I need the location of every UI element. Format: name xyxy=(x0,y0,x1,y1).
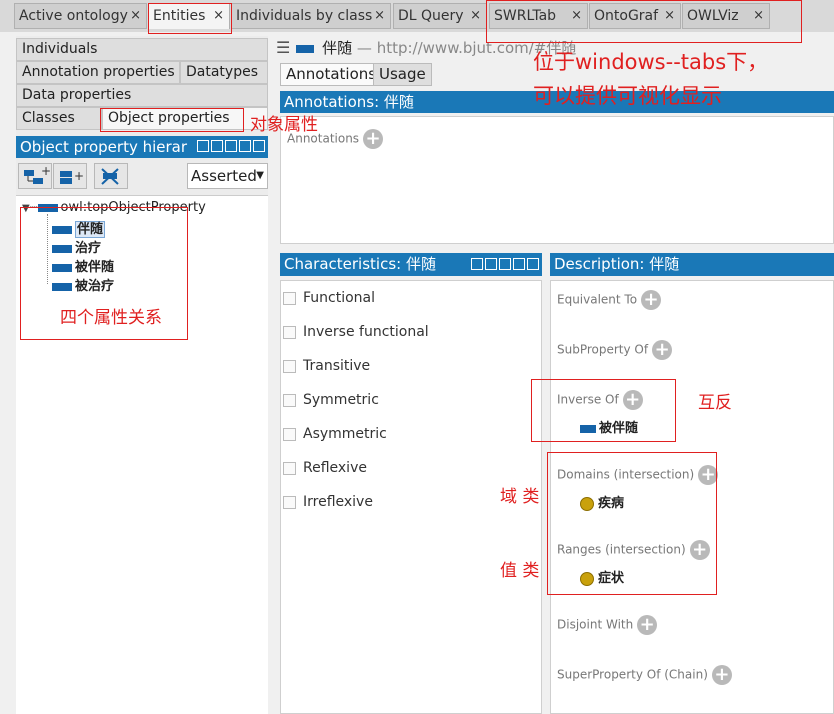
tab-dl-query[interactable]: DL Query × xyxy=(393,3,487,29)
disjoint-with-label: Disjoint With + xyxy=(557,615,658,635)
add-sub-icon: + xyxy=(24,164,51,184)
checkbox[interactable] xyxy=(283,495,296,509)
entity-name: 伴随 xyxy=(322,39,353,57)
tab-label: Active ontology xyxy=(19,8,128,24)
close-icon[interactable] xyxy=(253,140,265,152)
highlight-object-properties xyxy=(100,108,244,132)
highlight-visualization-tabs xyxy=(486,0,802,43)
minimize-icon[interactable] xyxy=(225,140,237,152)
reflexive-checkbox[interactable]: Reflexive xyxy=(283,460,367,476)
close-icon[interactable]: × xyxy=(130,4,141,28)
checkbox[interactable] xyxy=(283,325,296,339)
tab-annotations[interactable]: Annotations xyxy=(280,63,383,86)
object-property-hierarchy-header: Object property hierar xyxy=(16,136,268,158)
maximize-icon[interactable] xyxy=(513,258,525,270)
close-icon[interactable] xyxy=(527,258,539,270)
add-icon[interactable]: + xyxy=(711,665,732,685)
tab-label: DL Query xyxy=(398,8,464,24)
tab-individuals-by-class[interactable]: Individuals by class × xyxy=(231,3,391,29)
svg-text:+: + xyxy=(41,164,51,178)
dropdown-value: Asserted xyxy=(191,167,257,185)
split-icon[interactable] xyxy=(211,140,223,152)
menu-icon[interactable]: ☰ xyxy=(276,38,290,57)
tab-classes[interactable]: Classes xyxy=(16,107,102,130)
functional-checkbox[interactable]: Functional xyxy=(283,290,375,306)
irreflexive-checkbox[interactable]: Irreflexive xyxy=(283,494,373,510)
checkbox[interactable] xyxy=(283,427,296,441)
add-icon[interactable]: + xyxy=(641,290,662,310)
minimize-icon[interactable] xyxy=(499,258,511,270)
hierarchy-title: Object property hierar xyxy=(20,138,188,156)
checkbox[interactable] xyxy=(283,291,296,305)
add-icon[interactable]: + xyxy=(637,615,658,635)
equivalent-to-label: Equivalent To + xyxy=(557,290,662,310)
characteristics-header: Characteristics: 伴随 xyxy=(280,253,542,276)
help-icon[interactable] xyxy=(197,140,209,152)
checkbox[interactable] xyxy=(283,359,296,373)
inverse-note: 互反 xyxy=(698,393,732,413)
add-icon[interactable]: + xyxy=(652,340,673,360)
delete-icon xyxy=(101,168,119,185)
highlight-inverse-of xyxy=(531,379,676,442)
description-header: Description: 伴随 xyxy=(550,253,834,276)
asymmetric-checkbox[interactable]: Asymmetric xyxy=(283,426,387,442)
checkbox[interactable] xyxy=(283,461,296,475)
tab-individuals[interactable]: Individuals xyxy=(16,38,268,61)
inverse-functional-checkbox[interactable]: Inverse functional xyxy=(283,324,429,340)
tab-annotation-properties[interactable]: Annotation properties xyxy=(16,61,180,84)
help-icon[interactable] xyxy=(471,258,483,270)
svg-text:+: + xyxy=(74,169,84,183)
annotations-panel: Annotations + xyxy=(280,116,834,244)
tab-usage[interactable]: Usage xyxy=(373,63,432,86)
tab-datatypes[interactable]: Datatypes xyxy=(180,61,268,84)
close-icon[interactable]: × xyxy=(374,4,385,28)
transitive-checkbox[interactable]: Transitive xyxy=(283,358,370,374)
subproperty-of-label: SubProperty Of + xyxy=(557,340,673,360)
window-controls xyxy=(471,258,539,270)
close-icon[interactable]: × xyxy=(470,4,481,28)
window-controls xyxy=(197,140,265,152)
tabs-note-line2: 可以提供可视化显示 xyxy=(533,84,722,108)
add-sibling-icon: + xyxy=(60,169,84,184)
object-properties-note: 对象属性 xyxy=(250,115,318,135)
separator: — xyxy=(356,39,372,57)
add-sibling-button[interactable]: + xyxy=(53,163,87,189)
domain-note: 域 类 xyxy=(500,487,540,507)
highlight-domain-range xyxy=(547,452,717,595)
chevron-down-icon: ▼ xyxy=(256,170,264,181)
add-subproperty-button[interactable]: + xyxy=(18,163,52,189)
asserted-dropdown[interactable]: Asserted ▼ xyxy=(187,163,268,189)
characteristics-title: Characteristics: 伴随 xyxy=(284,255,436,273)
delete-property-button[interactable] xyxy=(94,163,128,189)
maximize-icon[interactable] xyxy=(239,140,251,152)
property-icon xyxy=(296,44,315,53)
split-icon[interactable] xyxy=(485,258,497,270)
symmetric-checkbox[interactable]: Symmetric xyxy=(283,392,379,408)
tab-data-properties[interactable]: Data properties xyxy=(16,84,268,107)
checkbox[interactable] xyxy=(283,393,296,407)
four-relations-note: 四个属性关系 xyxy=(60,308,162,328)
highlight-entities-tab xyxy=(148,3,232,34)
tab-active-ontology[interactable]: Active ontology × xyxy=(14,3,147,29)
tab-label: Individuals by class xyxy=(236,8,373,24)
superproperty-chain-label: SuperProperty Of (Chain) + xyxy=(557,665,732,685)
tabs-note-line1: 位于windows--tabs下， xyxy=(533,50,769,74)
add-icon[interactable]: + xyxy=(363,129,384,149)
range-note: 值 类 xyxy=(500,561,540,581)
